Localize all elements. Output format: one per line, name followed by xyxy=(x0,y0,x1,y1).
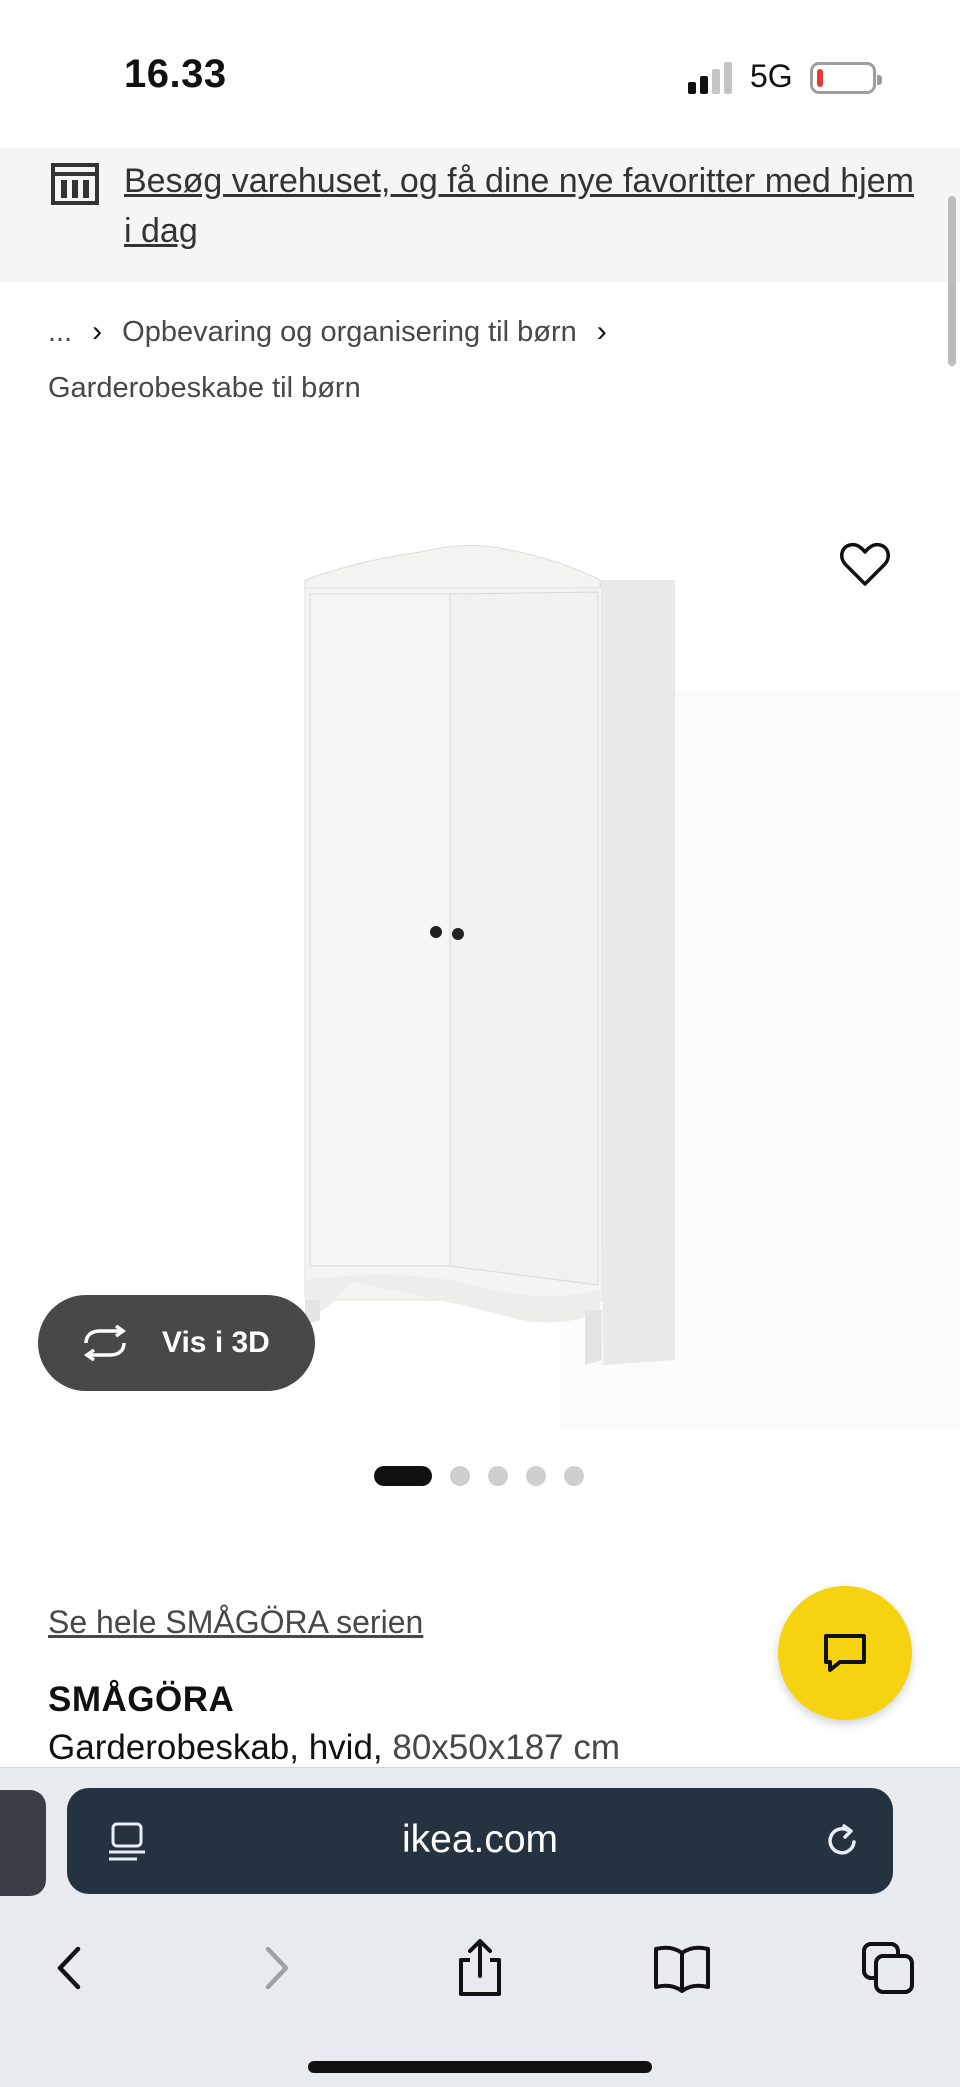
battery-icon xyxy=(810,62,882,94)
rotate-3d-icon xyxy=(83,1325,127,1361)
home-indicator[interactable] xyxy=(308,2061,652,2073)
carousel-dot-1[interactable] xyxy=(374,1466,432,1486)
status-bar: 16.33 5G xyxy=(0,0,960,148)
chat-bubble-icon xyxy=(824,1634,866,1672)
carousel-indicator xyxy=(374,1466,584,1486)
tabs-icon[interactable] xyxy=(858,1938,918,1998)
chevron-right-icon: › xyxy=(596,315,607,348)
forward-icon[interactable] xyxy=(246,1938,306,1998)
scrollbar[interactable] xyxy=(948,196,956,366)
browser-toolbar xyxy=(0,1918,960,2018)
bookmarks-icon[interactable] xyxy=(652,1938,712,1998)
back-icon[interactable] xyxy=(40,1938,100,1998)
browser-chrome: ikea.com xyxy=(0,1767,960,2087)
breadcrumb-item-kids-storage[interactable]: Opbevaring og organisering til børn xyxy=(122,316,577,349)
product-description: Garderobeskab, hvid, 80x50x187 cm xyxy=(48,1728,620,1768)
heart-icon[interactable] xyxy=(838,538,892,592)
product-dimensions: 80x50x187 cm xyxy=(392,1728,621,1767)
carousel-dot-3[interactable] xyxy=(488,1466,508,1486)
view-in-3d-button[interactable]: Vis i 3D xyxy=(38,1295,315,1391)
store-banner[interactable]: Besøg varehuset, og få dine nye favoritt… xyxy=(0,148,960,282)
view-in-3d-label: Vis i 3D xyxy=(162,1326,270,1359)
carousel-dot-2[interactable] xyxy=(450,1466,470,1486)
product-type: Garderobeskab, hvid, xyxy=(48,1728,383,1767)
store-icon xyxy=(51,163,99,205)
battery-level xyxy=(817,69,823,87)
store-banner-link[interactable]: Besøg varehuset, og få dine nye favoritt… xyxy=(124,156,924,256)
breadcrumb-ellipsis[interactable]: ... xyxy=(48,316,72,349)
previous-tab-preview[interactable] xyxy=(0,1790,46,1896)
share-icon[interactable] xyxy=(450,1938,510,1998)
carousel-dot-4[interactable] xyxy=(526,1466,546,1486)
carousel-dot-5[interactable] xyxy=(564,1466,584,1486)
network-type: 5G xyxy=(750,58,793,94)
address-bar[interactable]: ikea.com xyxy=(67,1788,893,1894)
series-link[interactable]: Se hele SMÅGÖRA serien xyxy=(48,1604,423,1641)
breadcrumb: ... › Opbevaring og organisering til bør… xyxy=(48,312,908,408)
chat-button[interactable] xyxy=(778,1586,912,1720)
product-name: SMÅGÖRA xyxy=(48,1680,235,1719)
chevron-right-icon: › xyxy=(92,315,103,348)
signal-strength-icon xyxy=(688,62,734,94)
status-time: 16.33 xyxy=(124,52,227,96)
reload-icon[interactable] xyxy=(821,1820,863,1862)
breadcrumb-item-kids-wardrobes[interactable]: Garderobeskabe til børn xyxy=(48,372,361,405)
url-text: ikea.com xyxy=(401,1818,559,1861)
